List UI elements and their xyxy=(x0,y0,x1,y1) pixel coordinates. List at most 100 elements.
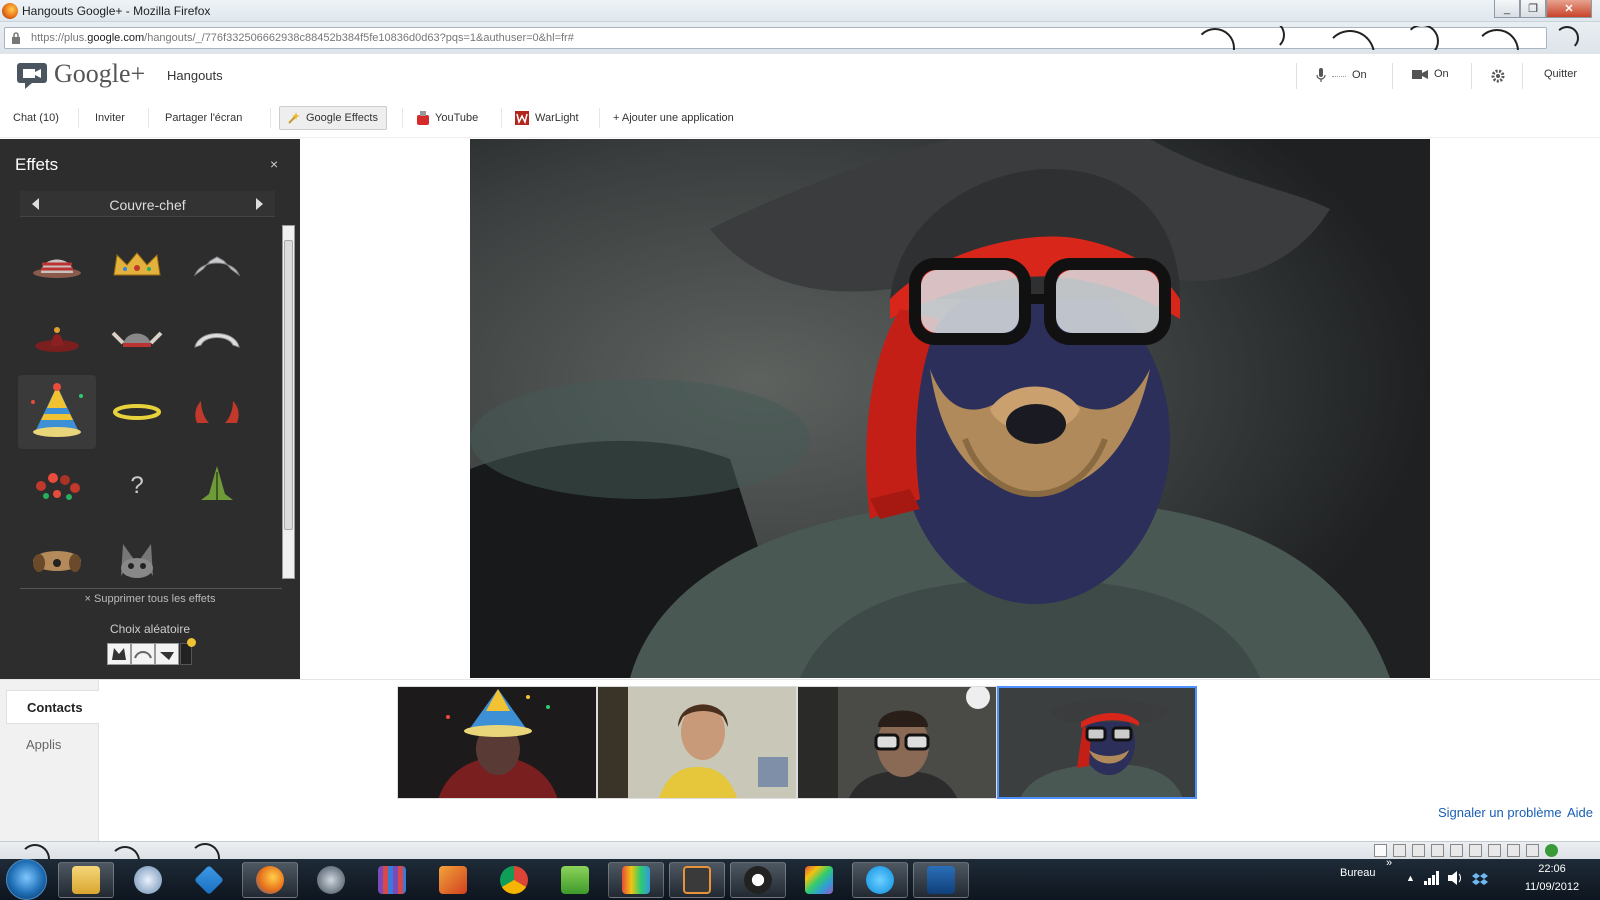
chat-label: Chat (10) xyxy=(13,112,59,124)
system-tray: Bureau » ▲ 22:06 11/09/2012 xyxy=(1336,857,1600,900)
folder-icon xyxy=(72,866,100,894)
pirate-video-frame xyxy=(470,139,1430,678)
chat-button[interactable]: Chat (10) xyxy=(5,106,67,130)
toolbar-expand-icon[interactable]: » xyxy=(1386,857,1392,869)
taskbar-chrome[interactable] xyxy=(486,862,542,898)
minimize-button[interactable]: _ xyxy=(1494,0,1520,18)
google-effects-button[interactable]: Google Effects xyxy=(279,106,387,130)
effects-panel: Effets × Couvre-chef ? × Supprimer tous … xyxy=(0,139,300,679)
google-plus-logo[interactable]: Google+ xyxy=(54,59,145,89)
question-mark-effect[interactable]: ? xyxy=(98,449,176,523)
taskbar-library[interactable] xyxy=(364,862,420,898)
share-screen-button[interactable]: Partager l'écran xyxy=(157,106,250,130)
category-selector: Couvre-chef xyxy=(20,191,275,217)
settings-gear-icon[interactable] xyxy=(1491,69,1505,83)
participant-thumbnail-2[interactable] xyxy=(597,686,797,799)
invite-button[interactable]: Inviter xyxy=(87,106,133,130)
taskbar-sublime-text[interactable] xyxy=(669,862,725,898)
participant-thumbnail-1[interactable] xyxy=(397,686,597,799)
powershell-icon xyxy=(927,866,955,894)
books-icon xyxy=(378,866,406,894)
desktop-toolbar-label[interactable]: Bureau xyxy=(1340,867,1375,879)
url-text: https://plus.google.com/hangouts/_/776f3… xyxy=(31,32,574,44)
taskbar-dropbox[interactable] xyxy=(181,862,237,898)
participant-thumbnail-self[interactable] xyxy=(997,686,1197,799)
taskbar-evernote[interactable] xyxy=(547,862,603,898)
youtube-button[interactable]: YouTube xyxy=(409,106,486,130)
taskbar-office[interactable] xyxy=(425,862,481,898)
main-video-feed[interactable] xyxy=(470,139,1430,678)
clock-time[interactable]: 22:06 xyxy=(1522,863,1582,875)
sombrero-effect[interactable] xyxy=(18,301,96,375)
taskbar-steam[interactable] xyxy=(303,862,359,898)
green-crest-effect[interactable] xyxy=(178,449,256,523)
warlight-icon xyxy=(515,111,529,125)
color-square-icon xyxy=(805,866,833,894)
google-effects-label: Google Effects xyxy=(306,112,378,124)
persona-decoration xyxy=(1185,26,1545,50)
camera-toggle[interactable]: On xyxy=(1412,68,1449,80)
youtube-icon xyxy=(417,111,429,125)
start-button[interactable] xyxy=(6,859,47,900)
dropbox-tray-icon[interactable] xyxy=(1472,871,1488,887)
party-hat-effect[interactable] xyxy=(18,375,96,449)
taskbar-color-app[interactable] xyxy=(791,862,847,898)
taskbar-powershell[interactable] xyxy=(913,862,969,898)
volume-icon[interactable] xyxy=(1448,871,1464,885)
effects-wand-icon xyxy=(288,112,300,124)
random-effect-2-button[interactable] xyxy=(131,643,155,665)
menu-swirl-icon[interactable] xyxy=(1555,26,1579,50)
silver-tiara-effect[interactable] xyxy=(178,227,256,301)
taskbar-skype[interactable] xyxy=(852,862,908,898)
clock-date[interactable]: 11/09/2012 xyxy=(1512,881,1592,893)
report-problem-link[interactable]: Signaler un problème xyxy=(1438,805,1562,820)
camera-icon xyxy=(1412,69,1428,79)
persona-decoration-bottom xyxy=(0,842,260,859)
restore-button[interactable]: ❐ xyxy=(1520,0,1546,18)
remove-all-effects-link[interactable]: × Supprimer tous les effets xyxy=(0,593,300,605)
gold-crown-effect[interactable] xyxy=(98,227,176,301)
quit-button[interactable]: Quitter xyxy=(1544,68,1577,80)
close-effects-icon[interactable]: × xyxy=(270,156,278,172)
microphone-icon xyxy=(1316,68,1326,82)
help-link[interactable]: Aide xyxy=(1567,805,1593,820)
tab-apps[interactable]: Applis xyxy=(6,728,99,762)
network-signal-icon[interactable] xyxy=(1424,871,1440,885)
hangouts-logo-icon xyxy=(17,63,47,89)
category-name: Couvre-chef xyxy=(109,197,186,213)
random-effect-3-button[interactable] xyxy=(155,643,179,665)
taskbar-github[interactable] xyxy=(730,862,786,898)
warlight-button[interactable]: WarLight xyxy=(507,106,587,130)
taskbar-movie-studio[interactable] xyxy=(608,862,664,898)
navigation-toolbar: https://plus.google.com/hangouts/_/776f3… xyxy=(0,22,1600,54)
taskbar-firefox[interactable] xyxy=(242,862,298,898)
cat-ears-effect[interactable] xyxy=(98,523,176,597)
add-application-label: + Ajouter une application xyxy=(613,112,734,124)
effects-scrollbar[interactable] xyxy=(282,225,295,579)
next-category-icon[interactable] xyxy=(256,198,263,210)
microphone-toggle[interactable]: On xyxy=(1316,68,1367,82)
close-window-button[interactable]: ✕ xyxy=(1546,0,1592,18)
steam-icon xyxy=(317,866,345,894)
chrome-icon xyxy=(500,866,528,894)
taskbar-explorer[interactable] xyxy=(58,862,114,898)
striped-hat-effect[interactable] xyxy=(18,227,96,301)
effects-scrollbar-thumb[interactable] xyxy=(284,240,293,530)
show-hidden-icons[interactable]: ▲ xyxy=(1406,873,1415,883)
dog-ears-effect[interactable] xyxy=(18,523,96,597)
viking-helmet-effect[interactable] xyxy=(98,301,176,375)
invite-label: Inviter xyxy=(95,112,125,124)
effects-title: Effets xyxy=(15,155,59,174)
dropbox-icon xyxy=(194,865,224,895)
random-indicator-icon xyxy=(187,638,196,647)
add-application-button[interactable]: + Ajouter une application xyxy=(605,106,742,130)
flower-crown-effect[interactable] xyxy=(18,449,96,523)
devil-horns-effect[interactable] xyxy=(178,375,256,449)
participant-thumbnail-3[interactable] xyxy=(797,686,997,799)
random-effect-1-button[interactable] xyxy=(107,643,131,665)
skype-icon xyxy=(866,866,894,894)
white-headband-effect[interactable] xyxy=(178,301,256,375)
halo-effect[interactable] xyxy=(98,375,176,449)
taskbar-chat[interactable] xyxy=(120,862,176,898)
tab-contacts[interactable]: Contacts xyxy=(6,690,99,724)
